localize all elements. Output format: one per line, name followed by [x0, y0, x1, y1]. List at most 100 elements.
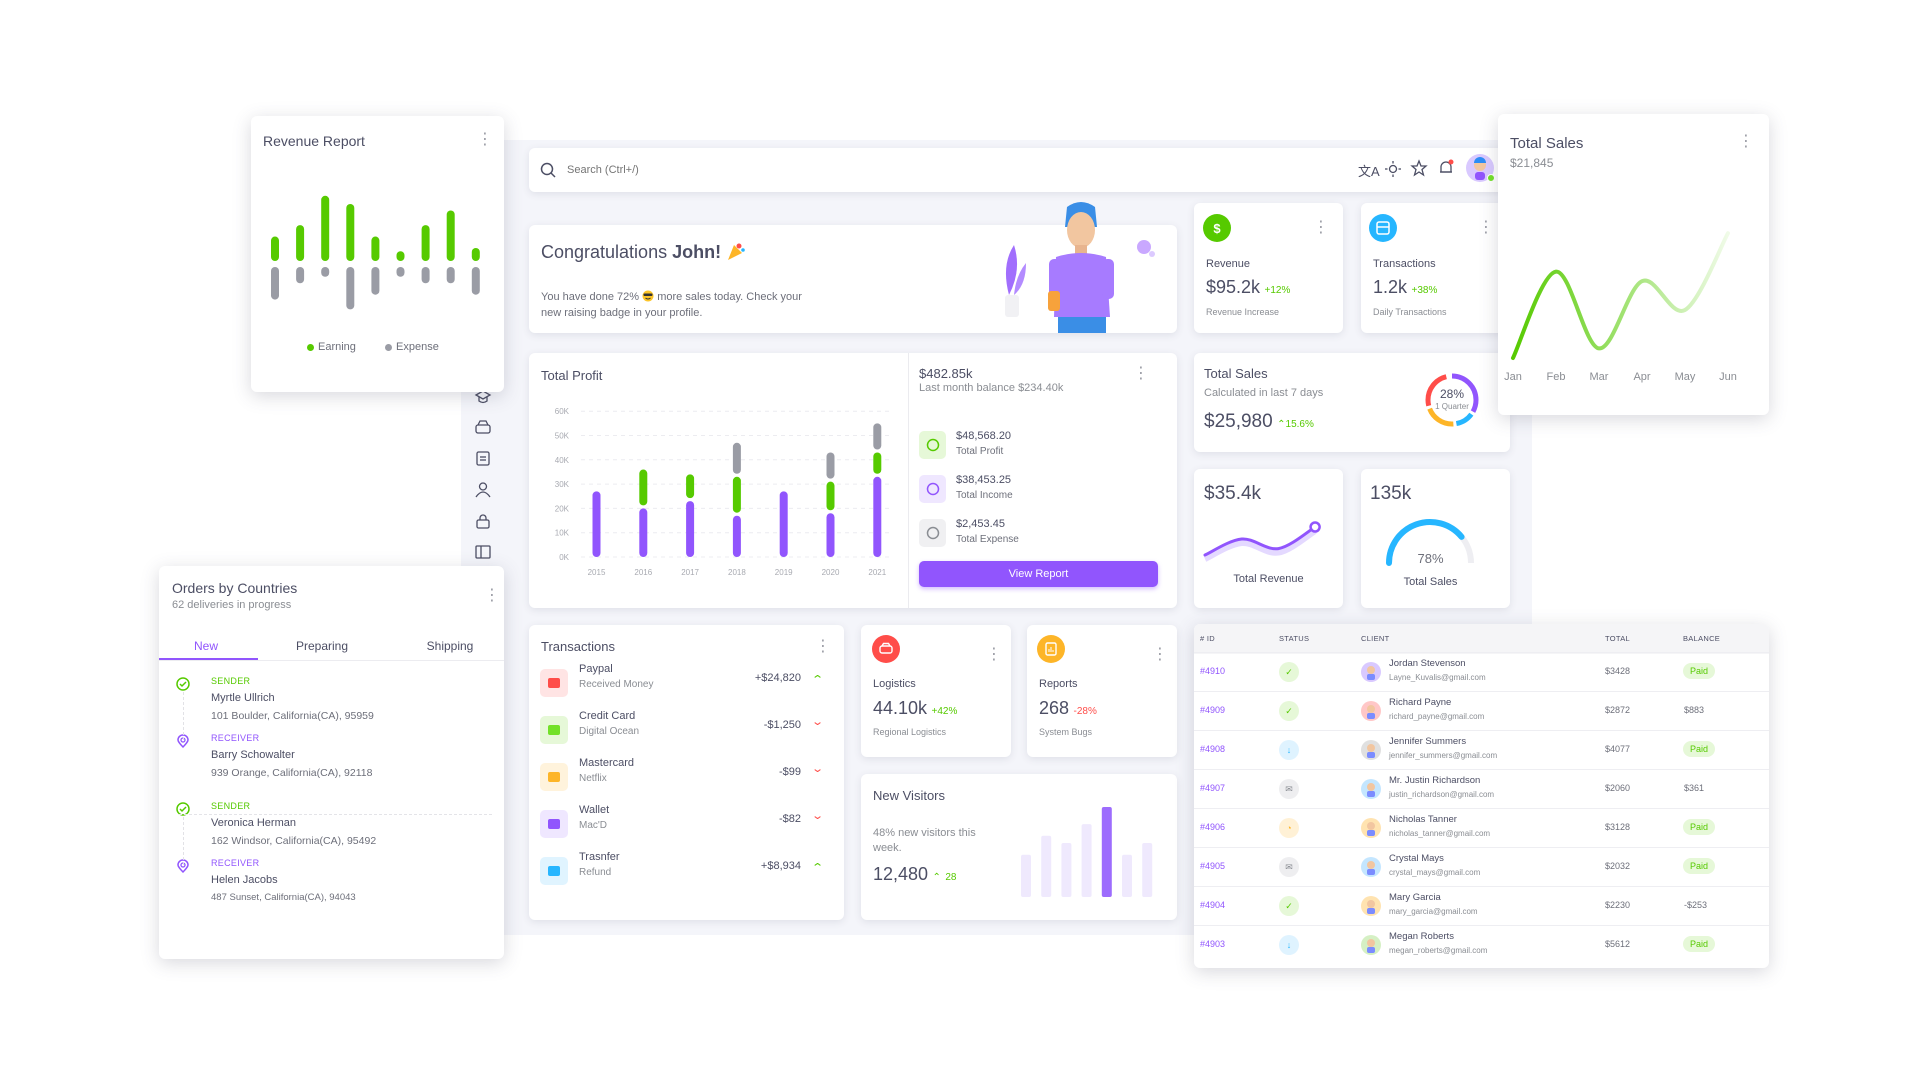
transaction-item[interactable]: Credit Card Digital Ocean -$1,250 ⌄	[529, 710, 844, 756]
avatar	[1361, 896, 1381, 916]
credit-card-icon	[540, 716, 568, 744]
more-options-icon[interactable]: ⋮	[1313, 220, 1329, 236]
translate-icon[interactable]: 文A	[1358, 161, 1380, 180]
table-row[interactable]: #4903 ↓ Megan Roberts megan_roberts@gmai…	[1194, 925, 1769, 964]
trending-up-icon	[540, 857, 568, 885]
column-header[interactable]: STATUS	[1279, 634, 1309, 643]
column-header[interactable]: BALANCE	[1683, 634, 1720, 643]
balance-value: $361	[1684, 783, 1705, 793]
more-options-icon[interactable]: ⋮	[484, 588, 500, 604]
profit-bar-segment	[686, 474, 695, 499]
column-header[interactable]: # ID	[1200, 634, 1215, 643]
congrats-text-part: new raising badge in your profile.	[541, 307, 703, 319]
visitors-bar	[1081, 824, 1092, 897]
visitors-bar	[1101, 807, 1112, 897]
table-row[interactable]: #4909 ✓ Richard Payne richard_payne@gmai…	[1194, 691, 1769, 730]
table-row[interactable]: #4904 ✓ Mary Garcia mary_garcia@gmail.co…	[1194, 886, 1769, 925]
invoice-id[interactable]: #4907	[1200, 783, 1225, 793]
congrats-name: John!	[672, 242, 722, 262]
car-icon	[872, 635, 900, 663]
graduation-cap-icon[interactable]	[474, 390, 492, 404]
entry-role: SENDER	[211, 801, 251, 811]
invoice-id[interactable]: #4905	[1200, 861, 1225, 871]
profit-bar-segment	[686, 501, 695, 557]
tab-new[interactable]: New	[166, 639, 246, 653]
invoice-id[interactable]: #4904	[1200, 900, 1225, 910]
transaction-name: Wallet	[579, 804, 610, 816]
stat-label: Transactions	[1373, 258, 1436, 270]
more-options-icon[interactable]: ⋮	[1133, 366, 1149, 382]
car-icon[interactable]	[475, 420, 491, 434]
user-icon[interactable]	[475, 482, 491, 498]
sales-line	[1511, 231, 1730, 360]
layout-icon[interactable]	[475, 545, 491, 559]
transaction-name: Credit Card	[579, 710, 636, 722]
y-tick-label: 0K	[559, 553, 569, 562]
stat-value: 268	[1039, 698, 1070, 718]
table-row[interactable]: #4908 ↓ Jennifer Summers jennifer_summer…	[1194, 730, 1769, 769]
transaction-item[interactable]: Paypal Received Money +$24,820 ⌃	[529, 663, 844, 709]
column-header[interactable]: CLIENT	[1361, 634, 1389, 643]
table-row[interactable]: #4905 ✉ Crystal Mays crystal_mays@gmail.…	[1194, 847, 1769, 886]
table-row[interactable]: #4906 ◔ Nicholas Tanner nicholas_tanner@…	[1194, 808, 1769, 847]
profit-item-value: $38,453.25	[956, 474, 1012, 486]
invoice-id[interactable]: #4909	[1200, 705, 1225, 715]
expense-bar	[446, 267, 455, 284]
more-options-icon[interactable]: ⋮	[1478, 220, 1494, 236]
stat-value-row: 44.10k +42%	[873, 698, 957, 719]
table-header: # ID STATUS CLIENT TOTAL BALANCE	[1194, 624, 1769, 654]
column-header[interactable]: TOTAL	[1605, 634, 1630, 643]
search-input[interactable]	[567, 160, 867, 180]
sunglasses-emoji-icon	[642, 290, 654, 302]
wallet-icon	[540, 810, 568, 838]
balance-paid-badge: Paid	[1683, 663, 1716, 679]
more-options-icon[interactable]: ⋮	[815, 639, 831, 655]
transaction-item[interactable]: Trasnfer Refund +$8,934 ⌃	[529, 851, 844, 897]
invoice-id[interactable]: #4906	[1200, 822, 1225, 832]
sun-icon[interactable]	[1385, 161, 1401, 177]
star-icon[interactable]	[1410, 159, 1428, 177]
chevron-down-icon: ⌄	[811, 810, 825, 822]
earning-bar	[346, 203, 355, 261]
transaction-amount: -$82	[778, 813, 801, 825]
x-tick-label: 2016	[634, 568, 652, 577]
invoice-total: $4077	[1605, 744, 1631, 754]
client-name: Mary Garcia	[1389, 892, 1441, 903]
client-email: justin_richardson@gmail.com	[1389, 790, 1495, 799]
invoice-id[interactable]: #4910	[1200, 666, 1225, 676]
transaction-name: Trasnfer	[579, 851, 620, 863]
visitors-bar	[1021, 854, 1031, 897]
client-name: Crystal Mays	[1389, 853, 1444, 864]
invoice-id[interactable]: #4903	[1200, 939, 1225, 949]
transaction-item[interactable]: Mastercard Netflix -$99 ⌄	[529, 757, 844, 803]
view-report-button[interactable]: View Report	[919, 561, 1158, 587]
transaction-sub: Mac'D	[579, 820, 608, 831]
earning-bar	[371, 236, 380, 261]
congrats-text-part: You have done 72%	[541, 291, 640, 303]
transaction-amount: +$24,820	[754, 672, 801, 684]
transaction-amount: -$99	[778, 766, 801, 778]
client-name: Richard Payne	[1389, 697, 1452, 708]
tab-preparing[interactable]: Preparing	[282, 639, 362, 653]
invoice-total: $3428	[1605, 666, 1631, 676]
table-row[interactable]: #4907 ✉ Mr. Justin Richardson justin_ric…	[1194, 769, 1769, 808]
search-icon[interactable]	[540, 162, 556, 178]
total-sales-gauge-card: 135k 78% Total Sales	[1361, 469, 1510, 608]
visitors-bar	[1122, 854, 1132, 897]
stat-label: Reports	[1039, 678, 1078, 690]
bell-icon[interactable]	[1438, 159, 1454, 177]
profit-item-label: Total Income	[956, 490, 1013, 501]
stat-value-row: 1.2k +38%	[1373, 277, 1437, 298]
profit-bar-segment	[826, 452, 835, 479]
transaction-item[interactable]: Wallet Mac'D -$82 ⌄	[529, 804, 844, 850]
avatar	[1361, 740, 1381, 760]
table-row[interactable]: #4910 ✓ Jordan Stevenson Layne_Kuvalis@g…	[1194, 652, 1769, 691]
more-options-icon[interactable]: ⋮	[986, 647, 1002, 663]
tab-shipping[interactable]: Shipping	[410, 639, 490, 653]
invoice-id[interactable]: #4908	[1200, 744, 1225, 754]
lock-icon[interactable]	[476, 514, 490, 529]
gauge-label: Total Sales	[1403, 576, 1458, 588]
document-icon[interactable]	[476, 451, 490, 466]
more-options-icon[interactable]: ⋮	[1152, 647, 1168, 663]
avatar[interactable]	[1466, 154, 1495, 182]
